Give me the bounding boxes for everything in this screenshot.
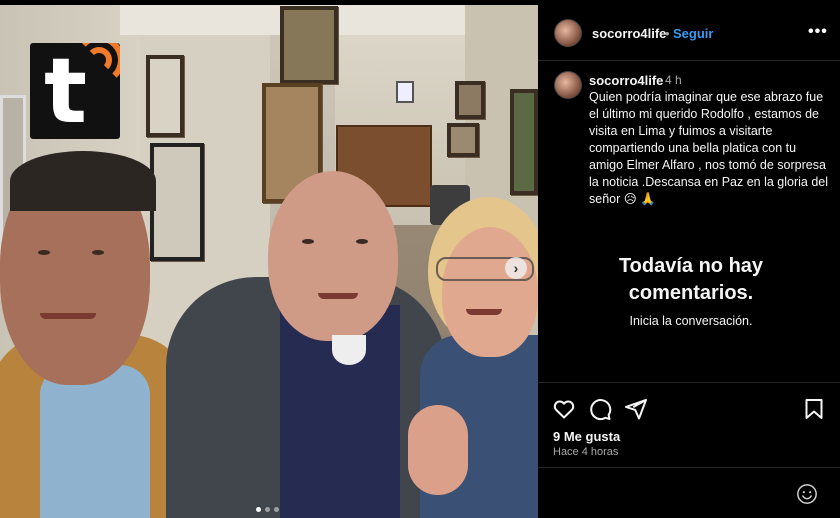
wall-painting <box>280 6 338 84</box>
eye <box>38 250 50 255</box>
post-header: socorro4life • Seguir ••• <box>538 5 840 61</box>
header-separator: • <box>665 26 670 41</box>
caption-time: 4 h <box>665 73 682 87</box>
eye <box>302 239 314 244</box>
avatar[interactable] <box>554 19 582 47</box>
carousel-dots <box>256 507 279 512</box>
carousel-next-button[interactable]: › <box>505 257 527 279</box>
person-right-face <box>442 227 538 357</box>
header-username[interactable]: socorro4life <box>592 26 666 41</box>
follow-button[interactable]: Seguir <box>673 26 713 41</box>
person-center-face <box>268 171 398 341</box>
comment-composer[interactable] <box>538 467 840 518</box>
no-comments-title: Todavía no hay comentarios. <box>618 255 764 304</box>
bookmark-icon[interactable] <box>802 397 826 421</box>
person-left-shirt <box>40 365 150 518</box>
wall-portrait <box>146 55 184 137</box>
person-center-collar <box>332 335 366 365</box>
carousel-dot <box>274 507 279 512</box>
carousel-dot <box>265 507 270 512</box>
post-side-panel: socorro4life • Seguir ••• socorro4life 4… <box>538 5 840 518</box>
smile <box>466 309 502 315</box>
watermark-logo: t <box>30 43 120 139</box>
eye <box>92 250 104 255</box>
smile <box>318 293 358 299</box>
wall-painting <box>510 89 538 195</box>
signal-wave-icon <box>86 47 112 73</box>
share-icon[interactable] <box>624 397 648 421</box>
eye <box>356 239 368 244</box>
person-right-hand <box>408 405 468 495</box>
more-options-icon[interactable]: ••• <box>808 23 828 41</box>
person-left-hair <box>10 151 156 211</box>
heart-icon[interactable] <box>552 397 576 421</box>
wall-picture <box>447 123 479 157</box>
smile <box>40 313 96 319</box>
logo-letter: t <box>44 43 88 139</box>
caption-text: Quien podría imaginar que ese abrazo fue… <box>589 90 829 206</box>
wall-picture <box>455 81 485 119</box>
wall-portrait <box>150 143 204 261</box>
emoji-icon[interactable] <box>796 483 818 505</box>
caption-avatar[interactable] <box>554 71 582 99</box>
caption-username[interactable]: socorro4life <box>589 73 663 88</box>
carousel-dot-active <box>256 507 261 512</box>
wall-clock <box>396 81 414 103</box>
post-date[interactable]: Hace 4 horas <box>553 446 618 458</box>
action-bar: 9 Me gusta Hace 4 horas <box>538 382 840 467</box>
like-count[interactable]: 9 Me gusta <box>553 429 620 444</box>
no-comments-subtitle: Inicia la conversación. <box>629 314 753 328</box>
comment-icon[interactable] <box>588 397 612 421</box>
post-photo[interactable]: t › <box>0 5 538 518</box>
